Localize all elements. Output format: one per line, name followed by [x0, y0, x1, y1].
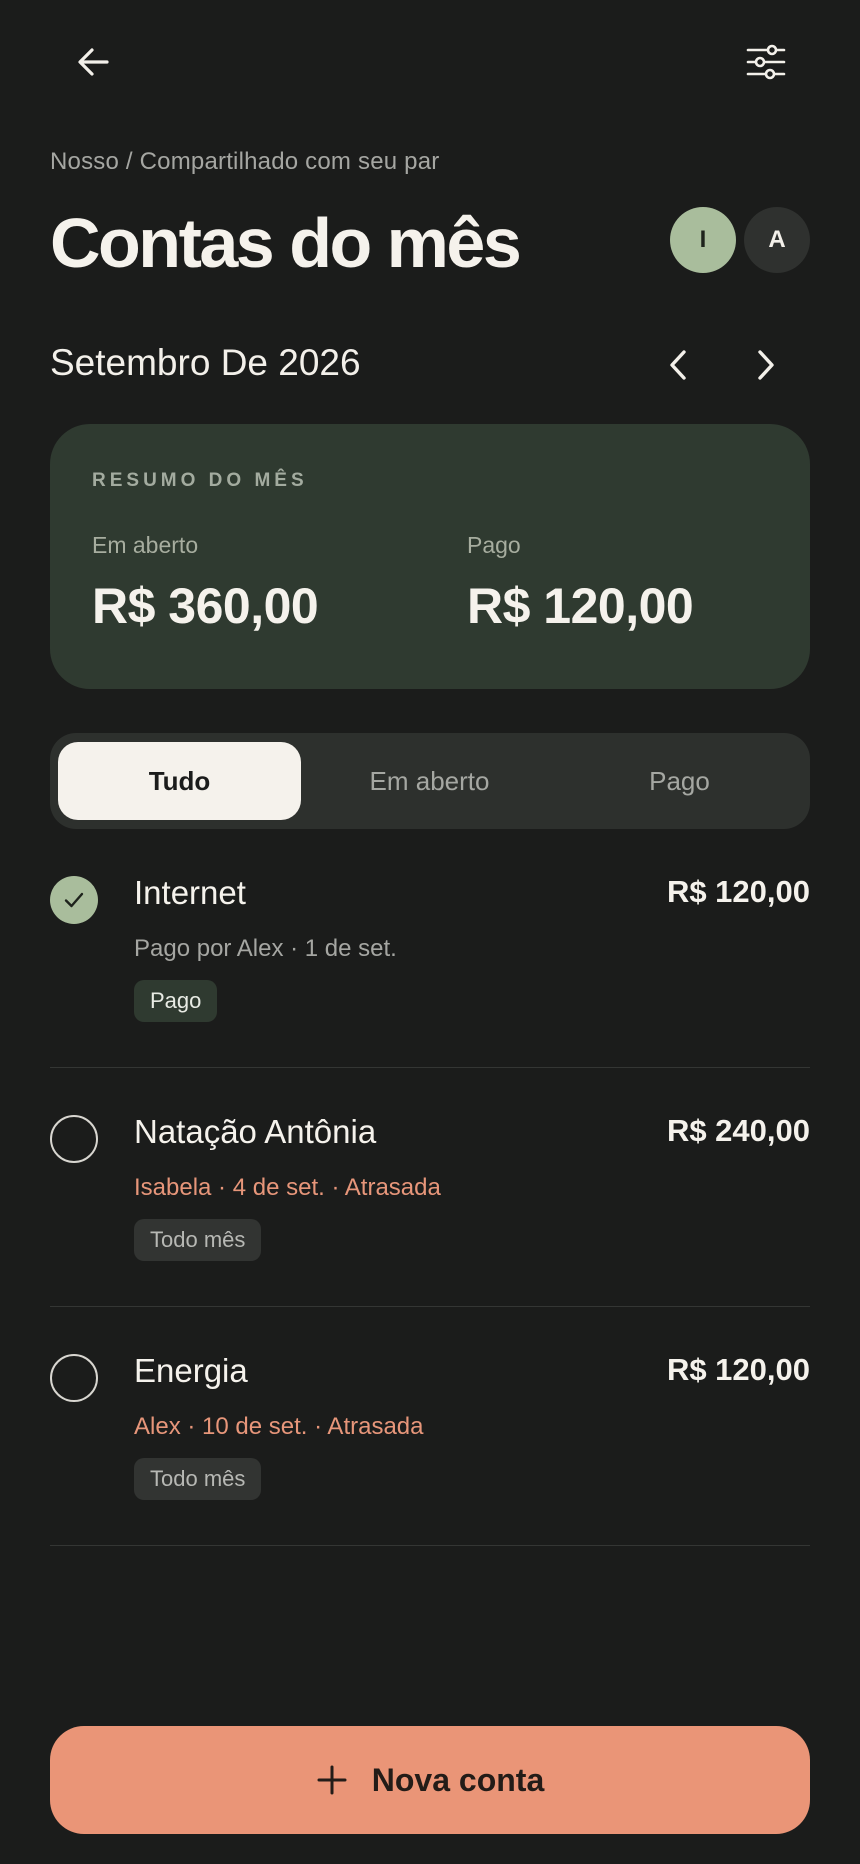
bill-name: Internet — [134, 874, 246, 911]
filter-button[interactable] — [726, 22, 806, 102]
tab-all[interactable]: Tudo — [58, 742, 301, 820]
bill-amount: R$ 120,00 — [666, 1352, 810, 1387]
summary-paid: Pago R$ 120,00 — [467, 532, 694, 635]
status-badge: Pago — [134, 980, 218, 1022]
sliders-icon — [746, 44, 786, 80]
page-title: Contas do mês — [50, 204, 522, 282]
chevron-right-icon — [758, 350, 774, 380]
new-bill-button[interactable]: Nova conta — [50, 1726, 810, 1834]
summary-paid-label: Pago — [467, 532, 521, 558]
bill-meta: Alex · 10 de set. · Atrasada — [134, 1413, 424, 1440]
paid-checkbox[interactable] — [50, 1354, 98, 1402]
summary-open-value: R$ 360,00 — [92, 578, 319, 634]
bill-row[interactable]: Energia R$ 120,00 Alex · 10 de set. · At… — [50, 1307, 810, 1546]
tab-paid[interactable]: Pago — [558, 742, 801, 820]
summary-open: Em aberto R$ 360,00 — [92, 532, 319, 635]
avatar[interactable]: A — [744, 207, 810, 273]
breadcrumb[interactable]: Nosso / Compartilhado com seu par — [50, 148, 439, 176]
summary-heading: RESUMO DO MÊS — [92, 470, 308, 491]
filter-tabs: Tudo Em aberto Pago — [50, 733, 810, 829]
back-button[interactable] — [54, 22, 134, 102]
partner-avatars: I A — [670, 207, 810, 273]
month-summary-card: RESUMO DO MÊS Em aberto R$ 360,00 Pago R… — [50, 424, 810, 689]
bill-amount: R$ 120,00 — [666, 874, 810, 909]
month-label: Setembro De 2026 — [50, 342, 361, 383]
bill-meta: Pago por Alex · 1 de set. — [134, 935, 397, 962]
tab-open[interactable]: Em aberto — [308, 742, 551, 820]
previous-month-button[interactable] — [650, 340, 706, 390]
avatar[interactable]: I — [670, 207, 736, 273]
paid-checkbox[interactable] — [50, 876, 98, 924]
next-month-button[interactable] — [738, 340, 794, 390]
summary-open-label: Em aberto — [92, 532, 199, 558]
new-bill-label: Nova conta — [371, 1761, 545, 1798]
recurrence-badge: Todo mês — [134, 1219, 262, 1261]
bill-name: Energia — [134, 1352, 248, 1389]
arrow-left-icon — [78, 48, 109, 76]
bill-name: Natação Antônia — [134, 1113, 377, 1150]
top-bar — [0, 0, 860, 124]
bill-meta: Isabela · 4 de set. · Atrasada — [134, 1174, 441, 1201]
plus-icon — [317, 1765, 347, 1795]
paid-checkbox[interactable] — [50, 1115, 98, 1163]
bill-row[interactable]: Natação Antônia R$ 240,00 Isabela · 4 de… — [50, 1068, 810, 1307]
chevron-left-icon — [670, 350, 686, 380]
bill-amount: R$ 240,00 — [666, 1113, 810, 1148]
summary-paid-value: R$ 120,00 — [467, 578, 694, 634]
recurrence-badge: Todo mês — [134, 1458, 262, 1500]
checkmark-icon — [64, 892, 84, 908]
bill-row[interactable]: Internet R$ 120,00 Pago por Alex · 1 de … — [50, 829, 810, 1068]
